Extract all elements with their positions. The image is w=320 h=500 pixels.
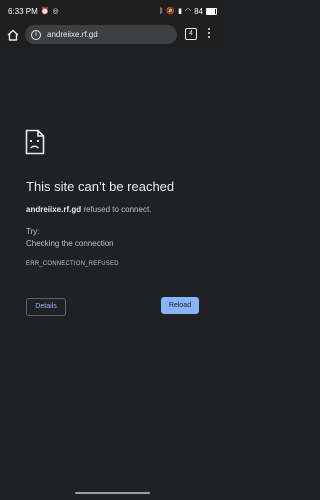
menu-icon[interactable] — [206, 27, 212, 41]
address-bar[interactable]: i andreiixe.rf.gd — [25, 25, 177, 44]
status-right: ᛒ 🔕 ▮ ◠ 84 — [159, 7, 217, 16]
wifi-icon: ◠ — [184, 7, 192, 15]
error-host: andreiixe.rf.gd — [26, 205, 82, 214]
sad-page-icon — [25, 129, 45, 155]
signal-icon: ▮ — [178, 7, 182, 15]
gesture-nav-handle[interactable] — [75, 492, 150, 494]
error-code: ERR_CONNECTION_REFUSED — [26, 261, 119, 267]
notification-icon: ◎ — [52, 7, 59, 15]
battery-icon — [206, 8, 217, 15]
site-info-icon[interactable]: i — [31, 29, 41, 40]
status-bar: 6:33 PM ⏰ ◎ ᛒ 🔕 ▮ ◠ 84 — [0, 0, 225, 22]
url-text[interactable]: andreiixe.rf.gd — [47, 30, 98, 39]
home-icon[interactable] — [6, 28, 20, 42]
alarm-icon: ⏰ — [40, 7, 50, 15]
tab-switcher-button[interactable]: 4 — [185, 28, 197, 40]
bluetooth-icon: ᛒ — [159, 7, 164, 15]
refused-message: andreiixe.rf.gd refused to connect. — [26, 205, 151, 214]
details-button[interactable]: Details — [26, 298, 66, 316]
status-time: 6:33 PM — [8, 7, 38, 16]
error-title: This site can’t be reached — [26, 179, 175, 194]
refused-suffix: refused to connect. — [81, 205, 152, 214]
silent-icon: 🔕 — [166, 7, 176, 15]
status-left: 6:33 PM ⏰ ◎ — [8, 7, 59, 16]
try-label: Try: — [26, 227, 40, 236]
suggestion-item: Checking the connection — [26, 239, 114, 248]
battery-level: 84 — [194, 7, 203, 16]
browser-toolbar: i andreiixe.rf.gd 4 — [0, 22, 225, 48]
reload-button[interactable]: Reload — [161, 297, 199, 314]
